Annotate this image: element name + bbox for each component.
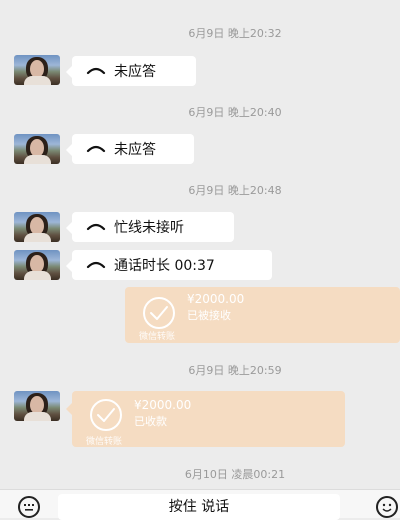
call-status-text: 忙线未接听: [114, 220, 184, 236]
phone-icon: [86, 223, 106, 231]
phone-icon: [86, 261, 106, 269]
call-duration-bubble[interactable]: 通话时长 00:37: [66, 250, 272, 280]
avatar[interactable]: [14, 134, 60, 164]
transfer-amount: ¥2000.00: [187, 292, 245, 306]
phone-icon: [86, 145, 106, 153]
call-missed-bubble[interactable]: 未应答: [66, 134, 194, 164]
call-busy-bubble[interactable]: 忙线未接听: [66, 212, 234, 242]
transfer-card[interactable]: ¥2000.00 已收款 微信转账: [66, 391, 345, 447]
avatar[interactable]: [14, 391, 60, 421]
transfer-status: 已被接收: [187, 309, 231, 322]
avatar[interactable]: [14, 55, 60, 85]
hold-to-talk-button[interactable]: 按住 说话: [58, 494, 340, 520]
keyboard-icon[interactable]: [18, 496, 40, 518]
transfer-card[interactable]: ¥2000.00 已被接收 微信转账: [125, 287, 400, 343]
input-bar: 按住 说话: [0, 489, 400, 520]
avatar[interactable]: [14, 212, 60, 242]
timestamp: 6月9日 晚上20:40: [188, 106, 282, 119]
check-circle-icon: [90, 399, 122, 431]
transfer-label: 微信转账: [86, 437, 123, 447]
transfer-amount: ¥2000.00: [134, 398, 192, 412]
timestamp: 6月9日 晚上20:32: [188, 27, 282, 40]
emoji-icon[interactable]: [376, 496, 398, 518]
timestamp: 6月9日 晚上20:48: [188, 184, 282, 197]
avatar[interactable]: [14, 250, 60, 280]
timestamp: 6月9日 晚上20:59: [188, 364, 282, 377]
transfer-label: 微信转账: [139, 332, 176, 342]
call-status-text: 未应答: [114, 64, 156, 80]
phone-icon: [86, 67, 106, 75]
check-circle-icon: [143, 297, 175, 329]
call-status-text: 未应答: [114, 142, 156, 158]
transfer-status: 已收款: [134, 415, 167, 428]
call-missed-bubble[interactable]: 未应答: [66, 56, 196, 86]
timestamp: 6月10日 凌晨00:21: [184, 468, 286, 481]
call-duration-text: 通话时长 00:37: [114, 258, 215, 274]
